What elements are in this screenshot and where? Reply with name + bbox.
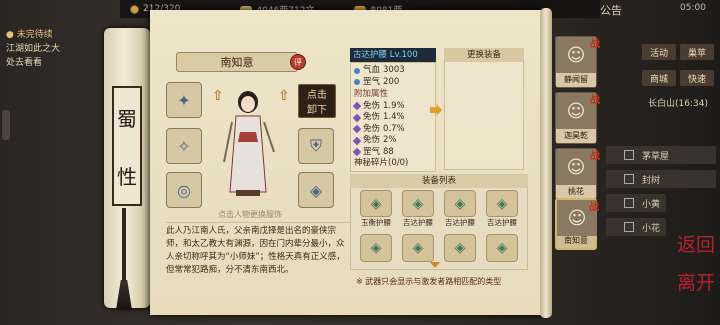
stat-icon (354, 79, 360, 86)
party-member[interactable]: ☺ 迦昊乾战 (555, 92, 600, 144)
quest-desc-2: 处去看看 (6, 58, 43, 68)
portrait-hint: 点击人物更换服饰 (218, 210, 282, 219)
rate-badge[interactable]: 评 (290, 54, 306, 70)
map-entry[interactable]: 小黄 (606, 194, 666, 212)
belt-icon: ◈ (360, 234, 392, 262)
list-item[interactable]: ◈ 吉达护腰 (484, 190, 520, 228)
equipment-list-title: 装备列表 (350, 174, 528, 188)
battle-tag: 战 (589, 202, 599, 213)
equip-slot-belt[interactable]: ◈ (298, 172, 334, 208)
belt-icon: ◈ (360, 190, 392, 217)
map-entry[interactable]: 茅草屋 (606, 146, 716, 164)
checkbox-icon (624, 174, 634, 184)
notice-button[interactable]: 公告 (600, 2, 622, 18)
stat-icon (352, 113, 362, 122)
hourglass-icon (130, 4, 139, 14)
stat-row: 罡气 88 (352, 147, 432, 159)
battle-tag: 战 (590, 151, 600, 162)
unequip-label-1: 点击 (307, 90, 327, 101)
stat-icon (352, 136, 362, 145)
belt-icon: ◈ (402, 234, 434, 262)
stat-icon (354, 67, 360, 74)
party-member-selected[interactable]: ☺ 南知意战 (555, 198, 599, 250)
checkbox-icon (624, 222, 634, 232)
list-item[interactable]: ◈ 吉达护腰 (442, 190, 478, 228)
extra-attributes-title: 附加属性 (354, 89, 389, 99)
scroll-down-icon[interactable] (430, 262, 440, 268)
scroll-roller-right (540, 8, 552, 318)
equip-slot-armor[interactable]: ⛨ (298, 128, 334, 164)
sect-char-1: 蜀 (117, 106, 137, 131)
upgrade-arrow-icon-2: ⇧ (278, 88, 290, 104)
activity-button[interactable]: 活动 (642, 44, 676, 60)
belt-icon: ◈ (486, 234, 518, 262)
battle-tag: 战 (590, 39, 600, 50)
equip-slot-bracer[interactable]: ✦ (166, 82, 202, 118)
change-equipment-title: 更换装备 (444, 48, 524, 62)
stat-row: 罡气 200 (354, 77, 432, 89)
belt-icon: ◈ (444, 190, 476, 217)
back-button[interactable]: 返回 离开 (676, 226, 716, 312)
selected-item-name: 古达护腰 Lv.100 (350, 48, 436, 62)
bag-button[interactable]: 巢苹 (680, 44, 714, 60)
quest-collapse-handle[interactable] (2, 110, 10, 140)
checkbox-icon (624, 198, 634, 208)
stat-row: 免伤 0.7% (352, 124, 432, 136)
equip-slot-weapon[interactable]: ✧ (166, 128, 202, 164)
character-bio: 此人乃江南人氏，父亲南戊择是出名的豪侠宗师，和太乙教大有渊源，因在门内辈分最小，… (166, 222, 351, 292)
list-item[interactable]: ◈ 吉达护腰 (400, 190, 436, 228)
belt-icon: ◈ (444, 234, 476, 262)
party-member[interactable]: ☺ 桃花战 (555, 148, 600, 200)
list-note: ※ 武器只会显示与激发者路相匹配的类型 (356, 277, 502, 286)
map-entry[interactable]: 小花 (606, 218, 666, 236)
store-button[interactable]: 商城 (642, 70, 676, 86)
belt-icon: ◈ (309, 180, 323, 200)
back-label-2: 离开 (676, 272, 715, 294)
belt-icon: ◈ (402, 190, 434, 217)
party-member[interactable]: ☺ 静闻留战 (555, 36, 600, 88)
bracer-icon: ✦ (177, 90, 191, 110)
sect-char-2: 性 (117, 164, 137, 189)
tassel-cord (122, 208, 126, 288)
list-item[interactable]: ◈ (484, 234, 520, 272)
battle-tag: 战 (590, 95, 600, 106)
character-name: 南知意 (220, 56, 254, 69)
clock-text: 05:00 (680, 3, 706, 13)
equip-slot-ring[interactable]: ◎ (166, 172, 202, 208)
item-stats-panel: 气血 3003 罡气 200 附加属性 免伤 1.9% 免伤 1.4% 免伤 0.7% 免… (350, 62, 436, 172)
unequip-button[interactable]: 点击 卸下 (298, 84, 336, 118)
change-equipment-panel[interactable] (444, 48, 524, 170)
stat-row: 免伤 1.4% (352, 112, 432, 124)
list-item[interactable]: ◈ (358, 234, 394, 272)
mystery-fragment: 神秘碎片(0/0) (354, 158, 409, 168)
back-label-1: 返回 (676, 234, 715, 256)
unequip-label-2: 卸下 (307, 105, 327, 116)
belt-icon: ◈ (486, 190, 518, 217)
list-item[interactable]: ◈ 玉衡护腰 (358, 190, 394, 228)
character-name-banner: 南知意 (176, 52, 298, 72)
character-portrait[interactable] (218, 82, 278, 204)
armor-icon: ⛨ (309, 136, 322, 155)
quest-tracker[interactable]: ● 未完待续 江湖如此之大 处去看看 (0, 28, 92, 94)
stat-icon (352, 102, 362, 111)
stat-row: 气血 3003 (354, 65, 432, 77)
stat-icon (352, 125, 362, 134)
list-item[interactable]: ◈ (442, 234, 478, 272)
quest-desc-1: 江湖如此之大 (6, 44, 61, 54)
location-text: 长白山(16:34) (648, 99, 708, 109)
sect-plaque: 蜀 性 (112, 86, 142, 206)
fan-icon: ✧ (177, 136, 191, 156)
stat-row: 免伤 2% (352, 135, 432, 147)
quick-button[interactable]: 快速 (680, 70, 714, 86)
stat-icon (352, 148, 362, 157)
map-entry[interactable]: 封树 (606, 170, 716, 188)
stat-row: 免伤 1.9% (352, 101, 432, 113)
ring-icon: ◎ (177, 180, 191, 200)
quest-title: ● 未完待续 (6, 30, 53, 40)
checkbox-icon (624, 150, 634, 160)
